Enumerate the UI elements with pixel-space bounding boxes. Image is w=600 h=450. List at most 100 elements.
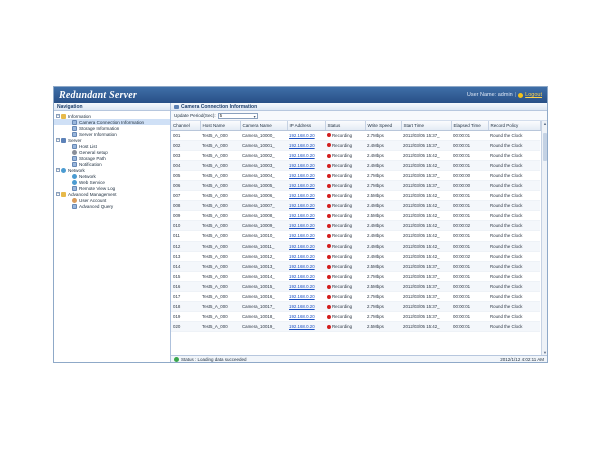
table-row[interactable]: 014 Test5_A_000 Camera_10013_ 192.168.0.20 R…	[171, 261, 540, 272]
scrollbar-thumb[interactable]	[543, 133, 547, 161]
table-row[interactable]: 009 Test5_A_000 Camera_10008_ 192.168.0.20 R…	[171, 210, 540, 222]
table-row[interactable]: 019 Test5_A_000 Camera_10018_ 192.168.0.20 R…	[171, 311, 540, 323]
table-cell: 005	[171, 170, 200, 181]
table-cell: Round the Clock	[488, 140, 540, 151]
update-period-select[interactable]: 5 ▾	[217, 112, 258, 119]
ip-address-link[interactable]: 192.168.0.20	[289, 284, 315, 289]
tree-item-label: Information	[68, 113, 91, 119]
status-text: Status : Loading data succeeded	[181, 356, 247, 362]
tree-item-label: Camera Connection Information	[79, 119, 145, 125]
table-cell: 00:00:00	[451, 170, 488, 181]
ip-address-link[interactable]: 192.168.0.20	[289, 163, 315, 168]
table-row[interactable]: 015 Test5_A_000 Camera_10014_ 192.168.0.20 R…	[171, 271, 540, 282]
collapse-toggle-icon[interactable]: −	[56, 114, 60, 118]
ip-address-link[interactable]: 192.168.0.20	[289, 213, 315, 218]
table-cell: 2012/03/05 15:37_	[401, 140, 451, 151]
table-row[interactable]: 008 Test5_A_000 Camera_10007_ 192.168.0.20 R…	[171, 200, 540, 212]
table-cell: 00:00:02	[451, 251, 488, 262]
recording-icon	[327, 224, 331, 229]
table-cell: Round the Clock	[488, 160, 540, 171]
navigation-header: Navigation	[54, 103, 170, 111]
table-cell: Camera_10005_	[240, 180, 287, 192]
chevron-down-icon[interactable]: ▾	[254, 114, 256, 119]
scroll-up-arrow-icon[interactable]: ▲	[542, 121, 547, 126]
ip-address-link[interactable]: 192.168.0.20	[289, 193, 315, 198]
column-header[interactable]: Channel	[171, 121, 201, 131]
collapse-toggle-icon[interactable]: −	[56, 192, 60, 196]
table-cell: 020	[171, 321, 200, 333]
ip-address-link[interactable]: 192.168.0.20	[289, 233, 315, 238]
table-row[interactable]: 002 Test5_A_000 Camera_10001_ 192.168.0.20 R…	[171, 140, 540, 151]
tree-item-label: Notification	[79, 161, 102, 167]
collapse-toggle-icon[interactable]: −	[56, 138, 60, 142]
ip-address-link[interactable]: 192.168.0.20	[289, 133, 315, 138]
ip-address-link[interactable]: 192.168.0.20	[289, 153, 315, 158]
column-header[interactable]: Elapsed Time	[451, 121, 489, 131]
ip-address-link[interactable]: 192.168.0.20	[289, 223, 315, 228]
table-row[interactable]: 003 Test5_A_000 Camera_10002_ 192.168.0.20 R…	[171, 150, 540, 161]
table-row[interactable]: 016 Test5_A_000 Camera_10015_ 192.168.0.20 R…	[171, 281, 540, 293]
table-row[interactable]: 001 Test5_A_000 Camera_10000_ 192.168.0.20 R…	[171, 130, 540, 141]
ip-address-link[interactable]: 192.168.0.20	[289, 314, 315, 319]
tree-item-label: Web Service	[79, 179, 105, 185]
ip-address-link[interactable]: 192.168.0.20	[289, 244, 315, 249]
table-row[interactable]: 017 Test5_A_000 Camera_10016_ 192.168.0.20 R…	[171, 291, 540, 303]
column-header[interactable]: Start Time	[401, 121, 452, 131]
table-cell: Test5_A_000	[200, 220, 240, 232]
table-row[interactable]: 006 Test5_A_000 Camera_10005_ 192.168.0.20 R…	[171, 180, 540, 192]
table-row[interactable]: 004 Test5_A_000 Camera_10003_ 192.168.0.20 R…	[171, 160, 540, 171]
table-row[interactable]: 011 Test5_A_000 Camera_10010_ 192.168.0.20 R…	[171, 230, 540, 242]
table-row[interactable]: 005 Test5_A_000 Camera_10004_ 192.168.0.20 R…	[171, 170, 540, 181]
ip-address-link[interactable]: 192.168.0.20	[289, 254, 315, 259]
vertical-scrollbar[interactable]: ▲ ▼	[541, 121, 547, 355]
column-header[interactable]: Camera Name	[240, 121, 288, 131]
table-row[interactable]: 013 Test5_A_000 Camera_10012_ 192.168.0.20 R…	[171, 251, 540, 262]
table-cell: Recording	[325, 210, 365, 222]
table-row[interactable]: 007 Test5_A_000 Camera_10006_ 192.168.0.20 R…	[171, 190, 540, 202]
logout-link[interactable]: Logout	[525, 92, 542, 98]
table-cell: Recording	[325, 261, 365, 272]
table-cell: 011	[171, 230, 200, 242]
collapse-toggle-icon[interactable]: −	[56, 168, 60, 172]
table-cell: 192.168.0.20	[287, 170, 325, 181]
table-cell: Recording	[325, 241, 365, 252]
tree-item-label: Server	[68, 137, 82, 143]
table-row[interactable]: 020 Test5_A_000 Camera_10019_ 192.168.0.20 R…	[171, 321, 540, 333]
tree-item[interactable]: Advanced Query	[54, 203, 170, 209]
table-cell: 00:00:01	[451, 230, 488, 242]
column-header[interactable]: Status	[325, 121, 366, 131]
column-header[interactable]: Write Speed	[365, 121, 402, 131]
status-label: Recording	[332, 172, 353, 178]
ip-address-link[interactable]: 192.168.0.20	[289, 264, 315, 269]
scroll-down-arrow-icon[interactable]: ▼	[542, 350, 547, 355]
recording-icon	[327, 294, 331, 299]
ip-address-link[interactable]: 192.168.0.20	[289, 294, 315, 299]
table-cell: 2.7Mbps	[365, 271, 401, 282]
ip-address-link[interactable]: 192.168.0.20	[289, 304, 315, 309]
table-cell: 192.168.0.20	[287, 210, 325, 222]
table-cell: 2.5Mbps	[365, 210, 401, 222]
column-header[interactable]: Record Policy	[488, 121, 541, 131]
table-cell: Recording	[325, 140, 365, 151]
table-row[interactable]: 010 Test5_A_000 Camera_10009_ 192.168.0.20 R…	[171, 220, 540, 232]
ip-address-link[interactable]: 192.168.0.20	[289, 274, 315, 279]
table-cell: 00:00:01	[451, 261, 488, 272]
table-cell: 192.168.0.20	[287, 241, 325, 252]
ip-address-link[interactable]: 192.168.0.20	[289, 183, 315, 188]
ip-address-link[interactable]: 192.168.0.20	[289, 173, 315, 178]
column-header[interactable]: IP Address	[287, 121, 326, 131]
table-row[interactable]: 012 Test5_A_000 Camera_10011_ 192.168.0.20 R…	[171, 241, 540, 252]
ip-address-link[interactable]: 192.168.0.20	[289, 203, 315, 208]
ip-address-link[interactable]: 192.168.0.20	[289, 324, 315, 329]
table-cell: 008	[171, 200, 200, 212]
table-row[interactable]: 018 Test5_A_000 Camera_10017_ 192.168.0.20 R…	[171, 301, 540, 313]
status-label: Recording	[332, 233, 353, 239]
table-cell: 2.5Mbps	[365, 321, 401, 333]
table-cell: 192.168.0.20	[287, 301, 325, 313]
recording-icon	[327, 143, 331, 148]
ip-address-link[interactable]: 192.168.0.20	[289, 143, 315, 148]
table-cell: 00:00:01	[451, 130, 488, 141]
table-cell: Test5_A_000	[200, 261, 240, 272]
globe-icon	[72, 173, 77, 179]
column-header[interactable]: Host Name	[200, 121, 241, 131]
